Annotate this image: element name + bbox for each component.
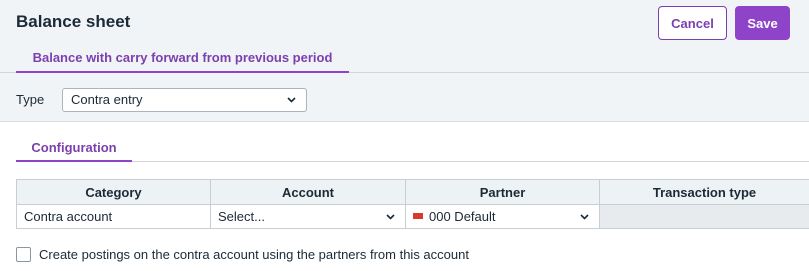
column-header-account: Account <box>210 179 406 205</box>
tab-balance-carry-forward[interactable]: Balance with carry forward from previous… <box>16 43 349 73</box>
chevron-down-icon <box>580 214 589 220</box>
cancel-button[interactable]: Cancel <box>658 6 727 40</box>
account-select[interactable]: Select... <box>210 204 406 229</box>
tab-bar: Balance with carry forward from previous… <box>0 43 809 73</box>
section-tab-bar: Configuration <box>16 136 809 162</box>
type-select[interactable]: Contra entry <box>62 88 307 112</box>
transaction-type-cell <box>599 204 809 229</box>
page-title: Balance sheet <box>16 12 131 31</box>
partner-select[interactable]: 000 Default <box>405 204 600 229</box>
configuration-table: Category Account Partner Transaction typ… <box>16 179 809 229</box>
save-button[interactable]: Save <box>735 6 790 40</box>
contra-partners-label[interactable]: Create postings on the contra account us… <box>39 247 469 262</box>
column-header-partner: Partner <box>405 179 600 205</box>
type-select-value: Contra entry <box>71 92 143 107</box>
type-label: Type <box>16 92 45 107</box>
table-row: Contra account Select... 000 Default <box>16 204 809 229</box>
chevron-down-icon <box>287 97 296 103</box>
category-cell: Contra account <box>16 204 211 229</box>
account-select-value: Select... <box>218 209 265 224</box>
flag-icon <box>413 213 423 219</box>
tab-configuration[interactable]: Configuration <box>16 136 132 162</box>
partner-select-value: 000 Default <box>429 209 496 224</box>
contra-partners-option: Create postings on the contra account us… <box>16 247 469 262</box>
contra-partners-checkbox[interactable] <box>16 247 31 262</box>
header-panel: Balance sheet Cancel Save Balance with c… <box>0 0 809 122</box>
column-header-transaction-type: Transaction type <box>599 179 809 205</box>
table-header-row: Category Account Partner Transaction typ… <box>16 179 809 205</box>
chevron-down-icon <box>386 214 395 220</box>
column-header-category: Category <box>16 179 211 205</box>
